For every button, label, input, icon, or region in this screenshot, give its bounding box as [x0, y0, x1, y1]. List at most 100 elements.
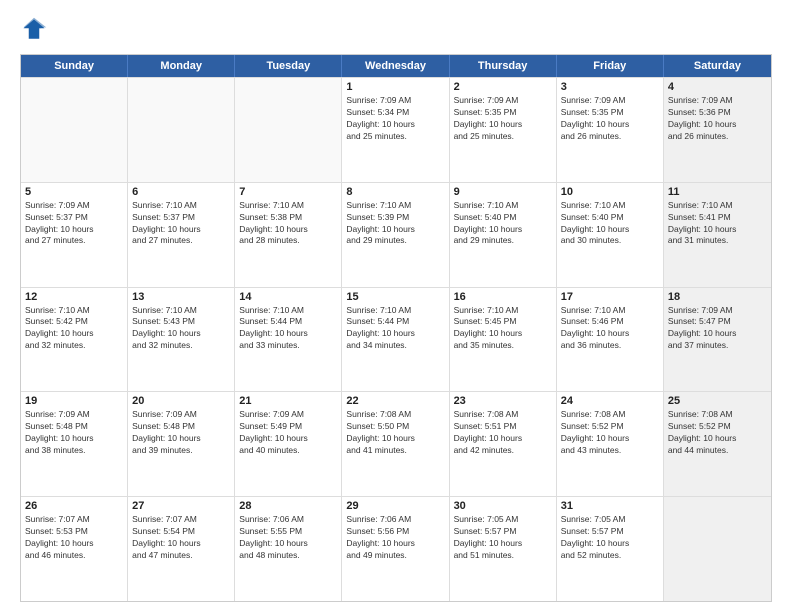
header-day-monday: Monday — [128, 55, 235, 77]
calendar-day-3: 3 Sunrise: 7:09 AM Sunset: 5:35 PM Daylig… — [557, 78, 664, 182]
day-info: Sunrise: 7:09 AM Sunset: 5:36 PM Dayligh… — [668, 95, 767, 143]
header-day-sunday: Sunday — [21, 55, 128, 77]
day-info: Sunrise: 7:09 AM Sunset: 5:48 PM Dayligh… — [25, 409, 123, 457]
day-info: Sunrise: 7:07 AM Sunset: 5:54 PM Dayligh… — [132, 514, 230, 562]
logo — [20, 16, 52, 44]
calendar-week-5: 26Sunrise: 7:07 AM Sunset: 5:53 PM Dayli… — [21, 496, 771, 601]
header-day-friday: Friday — [557, 55, 664, 77]
day-number: 14 — [239, 291, 337, 303]
calendar-day-25: 25Sunrise: 7:08 AM Sunset: 5:52 PM Dayli… — [664, 392, 771, 496]
calendar-day-9: 9 Sunrise: 7:10 AM Sunset: 5:40 PM Daylig… — [450, 183, 557, 287]
calendar-day-empty — [128, 78, 235, 182]
day-number: 5 — [25, 186, 123, 198]
calendar-day-16: 16Sunrise: 7:10 AM Sunset: 5:45 PM Dayli… — [450, 288, 557, 392]
day-number: 1 — [346, 81, 444, 93]
day-number: 4 — [668, 81, 767, 93]
day-number: 10 — [561, 186, 659, 198]
day-info: Sunrise: 7:06 AM Sunset: 5:55 PM Dayligh… — [239, 514, 337, 562]
day-info: Sunrise: 7:06 AM Sunset: 5:56 PM Dayligh… — [346, 514, 444, 562]
calendar-day-8: 8Sunrise: 7:10 AM Sunset: 5:39 PM Daylig… — [342, 183, 449, 287]
calendar-day-20: 20 Sunrise: 7:09 AM Sunset: 5:48 PM Dayli… — [128, 392, 235, 496]
day-number: 2 — [454, 81, 552, 93]
day-info: Sunrise: 7:10 AM Sunset: 5:41 PM Dayligh… — [668, 200, 767, 248]
calendar-day-23: 23 Sunrise: 7:08 AM Sunset: 5:51 PM Dayli… — [450, 392, 557, 496]
calendar-day-15: 15 Sunrise: 7:10 AM Sunset: 5:44 PM Dayli… — [342, 288, 449, 392]
calendar-week-1: 1 Sunrise: 7:09 AM Sunset: 5:34 PM Daylig… — [21, 77, 771, 182]
calendar-day-2: 2 Sunrise: 7:09 AM Sunset: 5:35 PM Daylig… — [450, 78, 557, 182]
calendar-week-3: 12Sunrise: 7:10 AM Sunset: 5:42 PM Dayli… — [21, 287, 771, 392]
calendar-day-26: 26Sunrise: 7:07 AM Sunset: 5:53 PM Dayli… — [21, 497, 128, 601]
calendar-day-28: 28Sunrise: 7:06 AM Sunset: 5:55 PM Dayli… — [235, 497, 342, 601]
day-number: 23 — [454, 395, 552, 407]
day-info: Sunrise: 7:10 AM Sunset: 5:37 PM Dayligh… — [132, 200, 230, 248]
day-info: Sunrise: 7:10 AM Sunset: 5:43 PM Dayligh… — [132, 305, 230, 353]
day-info: Sunrise: 7:10 AM Sunset: 5:40 PM Dayligh… — [454, 200, 552, 248]
day-number: 6 — [132, 186, 230, 198]
calendar-day-17: 17Sunrise: 7:10 AM Sunset: 5:46 PM Dayli… — [557, 288, 664, 392]
day-number: 31 — [561, 500, 659, 512]
header — [20, 16, 772, 44]
calendar-day-10: 10 Sunrise: 7:10 AM Sunset: 5:40 PM Dayli… — [557, 183, 664, 287]
calendar-day-21: 21 Sunrise: 7:09 AM Sunset: 5:49 PM Dayli… — [235, 392, 342, 496]
day-info: Sunrise: 7:09 AM Sunset: 5:47 PM Dayligh… — [668, 305, 767, 353]
day-number: 30 — [454, 500, 552, 512]
day-number: 15 — [346, 291, 444, 303]
calendar: SundayMondayTuesdayWednesdayThursdayFrid… — [20, 54, 772, 602]
calendar-day-empty — [235, 78, 342, 182]
calendar-day-empty — [664, 497, 771, 601]
day-number: 27 — [132, 500, 230, 512]
calendar-day-13: 13 Sunrise: 7:10 AM Sunset: 5:43 PM Dayli… — [128, 288, 235, 392]
calendar-day-27: 27 Sunrise: 7:07 AM Sunset: 5:54 PM Dayli… — [128, 497, 235, 601]
day-number: 22 — [346, 395, 444, 407]
header-day-wednesday: Wednesday — [342, 55, 449, 77]
calendar-day-31: 31 Sunrise: 7:05 AM Sunset: 5:57 PM Dayli… — [557, 497, 664, 601]
day-info: Sunrise: 7:09 AM Sunset: 5:35 PM Dayligh… — [561, 95, 659, 143]
day-info: Sunrise: 7:09 AM Sunset: 5:49 PM Dayligh… — [239, 409, 337, 457]
calendar-day-19: 19 Sunrise: 7:09 AM Sunset: 5:48 PM Dayli… — [21, 392, 128, 496]
header-day-tuesday: Tuesday — [235, 55, 342, 77]
day-number: 9 — [454, 186, 552, 198]
calendar-day-11: 11Sunrise: 7:10 AM Sunset: 5:41 PM Dayli… — [664, 183, 771, 287]
day-info: Sunrise: 7:05 AM Sunset: 5:57 PM Dayligh… — [561, 514, 659, 562]
day-info: Sunrise: 7:08 AM Sunset: 5:51 PM Dayligh… — [454, 409, 552, 457]
calendar-day-14: 14 Sunrise: 7:10 AM Sunset: 5:44 PM Dayli… — [235, 288, 342, 392]
day-info: Sunrise: 7:10 AM Sunset: 5:44 PM Dayligh… — [346, 305, 444, 353]
day-number: 13 — [132, 291, 230, 303]
day-info: Sunrise: 7:10 AM Sunset: 5:40 PM Dayligh… — [561, 200, 659, 248]
day-number: 12 — [25, 291, 123, 303]
day-info: Sunrise: 7:08 AM Sunset: 5:52 PM Dayligh… — [561, 409, 659, 457]
day-number: 20 — [132, 395, 230, 407]
calendar-day-18: 18Sunrise: 7:09 AM Sunset: 5:47 PM Dayli… — [664, 288, 771, 392]
calendar-day-7: 7 Sunrise: 7:10 AM Sunset: 5:38 PM Daylig… — [235, 183, 342, 287]
day-info: Sunrise: 7:09 AM Sunset: 5:35 PM Dayligh… — [454, 95, 552, 143]
page: SundayMondayTuesdayWednesdayThursdayFrid… — [0, 0, 792, 612]
day-number: 25 — [668, 395, 767, 407]
day-info: Sunrise: 7:10 AM Sunset: 5:38 PM Dayligh… — [239, 200, 337, 248]
logo-icon — [20, 16, 48, 44]
day-info: Sunrise: 7:09 AM Sunset: 5:34 PM Dayligh… — [346, 95, 444, 143]
calendar-day-30: 30 Sunrise: 7:05 AM Sunset: 5:57 PM Dayli… — [450, 497, 557, 601]
day-number: 19 — [25, 395, 123, 407]
day-number: 3 — [561, 81, 659, 93]
day-info: Sunrise: 7:10 AM Sunset: 5:45 PM Dayligh… — [454, 305, 552, 353]
calendar-week-2: 5 Sunrise: 7:09 AM Sunset: 5:37 PM Daylig… — [21, 182, 771, 287]
calendar-day-5: 5 Sunrise: 7:09 AM Sunset: 5:37 PM Daylig… — [21, 183, 128, 287]
header-day-saturday: Saturday — [664, 55, 771, 77]
day-info: Sunrise: 7:07 AM Sunset: 5:53 PM Dayligh… — [25, 514, 123, 562]
day-info: Sunrise: 7:10 AM Sunset: 5:44 PM Dayligh… — [239, 305, 337, 353]
calendar-body: 1 Sunrise: 7:09 AM Sunset: 5:34 PM Daylig… — [21, 77, 771, 601]
calendar-day-6: 6 Sunrise: 7:10 AM Sunset: 5:37 PM Daylig… — [128, 183, 235, 287]
calendar-week-4: 19 Sunrise: 7:09 AM Sunset: 5:48 PM Dayli… — [21, 391, 771, 496]
day-info: Sunrise: 7:05 AM Sunset: 5:57 PM Dayligh… — [454, 514, 552, 562]
day-info: Sunrise: 7:09 AM Sunset: 5:48 PM Dayligh… — [132, 409, 230, 457]
calendar-day-empty — [21, 78, 128, 182]
day-info: Sunrise: 7:09 AM Sunset: 5:37 PM Dayligh… — [25, 200, 123, 248]
calendar-day-12: 12Sunrise: 7:10 AM Sunset: 5:42 PM Dayli… — [21, 288, 128, 392]
day-number: 7 — [239, 186, 337, 198]
calendar-day-29: 29Sunrise: 7:06 AM Sunset: 5:56 PM Dayli… — [342, 497, 449, 601]
day-number: 17 — [561, 291, 659, 303]
calendar-day-1: 1 Sunrise: 7:09 AM Sunset: 5:34 PM Daylig… — [342, 78, 449, 182]
header-day-thursday: Thursday — [450, 55, 557, 77]
day-number: 21 — [239, 395, 337, 407]
calendar-header: SundayMondayTuesdayWednesdayThursdayFrid… — [21, 55, 771, 77]
